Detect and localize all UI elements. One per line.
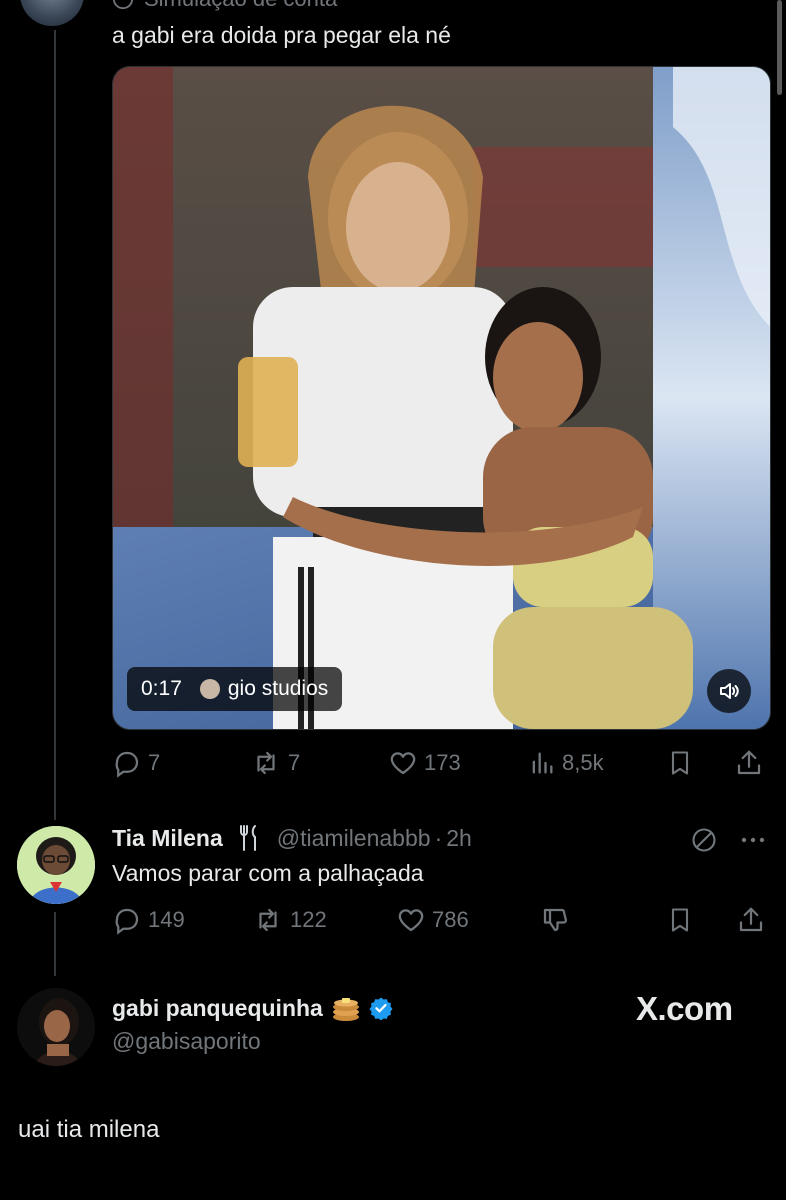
- post1-context: Simulação de conta: [112, 0, 337, 12]
- video-source-name: gio studios: [227, 677, 329, 700]
- post2-time[interactable]: 2h: [446, 825, 472, 852]
- post1-like-button[interactable]: 173: [388, 748, 461, 778]
- share-icon: [734, 748, 764, 778]
- post2-bookmark-button[interactable]: [666, 905, 694, 935]
- post2-repost-button[interactable]: 122: [252, 905, 327, 935]
- post3-avatar[interactable]: [17, 988, 95, 1066]
- verified-badge-icon: [369, 996, 393, 1020]
- post2-text: Vamos parar com a palhaçada: [112, 860, 424, 886]
- repost-icon: [252, 905, 284, 935]
- source-avatar: [199, 679, 220, 699]
- post2-handle[interactable]: @tiamilenabbb: [277, 825, 431, 852]
- post2-like-button[interactable]: 786: [396, 905, 469, 935]
- volume-icon: [717, 679, 741, 703]
- post2-display-name[interactable]: Tia Milena: [112, 825, 223, 852]
- pancakes-icon: [331, 994, 361, 1022]
- reply-icon: [112, 748, 142, 778]
- post1-reply-button[interactable]: 7: [112, 748, 160, 778]
- post3-text: uai tia milena: [18, 1116, 160, 1143]
- grok-icon: [690, 826, 718, 854]
- post2-separator: ·: [434, 824, 443, 851]
- video-timestamp: 0:17: [141, 677, 182, 700]
- repost-icon: [250, 748, 282, 778]
- downvote-icon: [540, 905, 570, 935]
- grok-button[interactable]: [690, 826, 718, 854]
- x-watermark: X.com: [636, 990, 733, 1027]
- post3-header: gabi panquequinha: [112, 994, 393, 1022]
- post3-handle[interactable]: @gabisaporito: [112, 1028, 261, 1055]
- post1-avatar[interactable]: [20, 0, 84, 26]
- scrollbar[interactable]: [777, 0, 782, 95]
- heart-icon: [396, 905, 426, 935]
- post2-share-button[interactable]: [736, 905, 766, 935]
- post1-views-button[interactable]: 8,5k: [528, 748, 604, 778]
- more-options-button[interactable]: [738, 826, 768, 854]
- post2-header: Tia Milena @tiamilenabbb · 2h: [112, 824, 472, 852]
- post3-display-name[interactable]: gabi panquequinha: [112, 995, 323, 1022]
- volume-button[interactable]: [707, 669, 751, 713]
- more-horizontal-icon: [738, 826, 768, 854]
- reply-icon: [112, 905, 142, 935]
- post2-avatar[interactable]: [17, 826, 95, 904]
- post1-share-button[interactable]: [734, 748, 764, 778]
- thread-line-1: [54, 30, 56, 820]
- bookmark-icon: [666, 748, 694, 778]
- fork-knife-icon: [239, 824, 261, 852]
- info-circle-icon: [112, 0, 134, 10]
- bookmark-icon: [666, 905, 694, 935]
- post1-bookmark-button[interactable]: [666, 748, 694, 778]
- heart-icon: [388, 748, 418, 778]
- post1-video[interactable]: 0:17 gio studios: [112, 66, 771, 730]
- post2-reply-button[interactable]: 149: [112, 905, 185, 935]
- video-frame: [113, 67, 770, 729]
- share-icon: [736, 905, 766, 935]
- views-icon: [528, 748, 556, 778]
- post1-repost-button[interactable]: 7: [250, 748, 300, 778]
- thread-line-2: [54, 912, 56, 976]
- video-timestamp-badge: 0:17 gio studios: [127, 667, 343, 711]
- post2-downvote-button[interactable]: [540, 905, 570, 935]
- post1-text: a gabi era doida pra pegar ela né: [112, 22, 451, 48]
